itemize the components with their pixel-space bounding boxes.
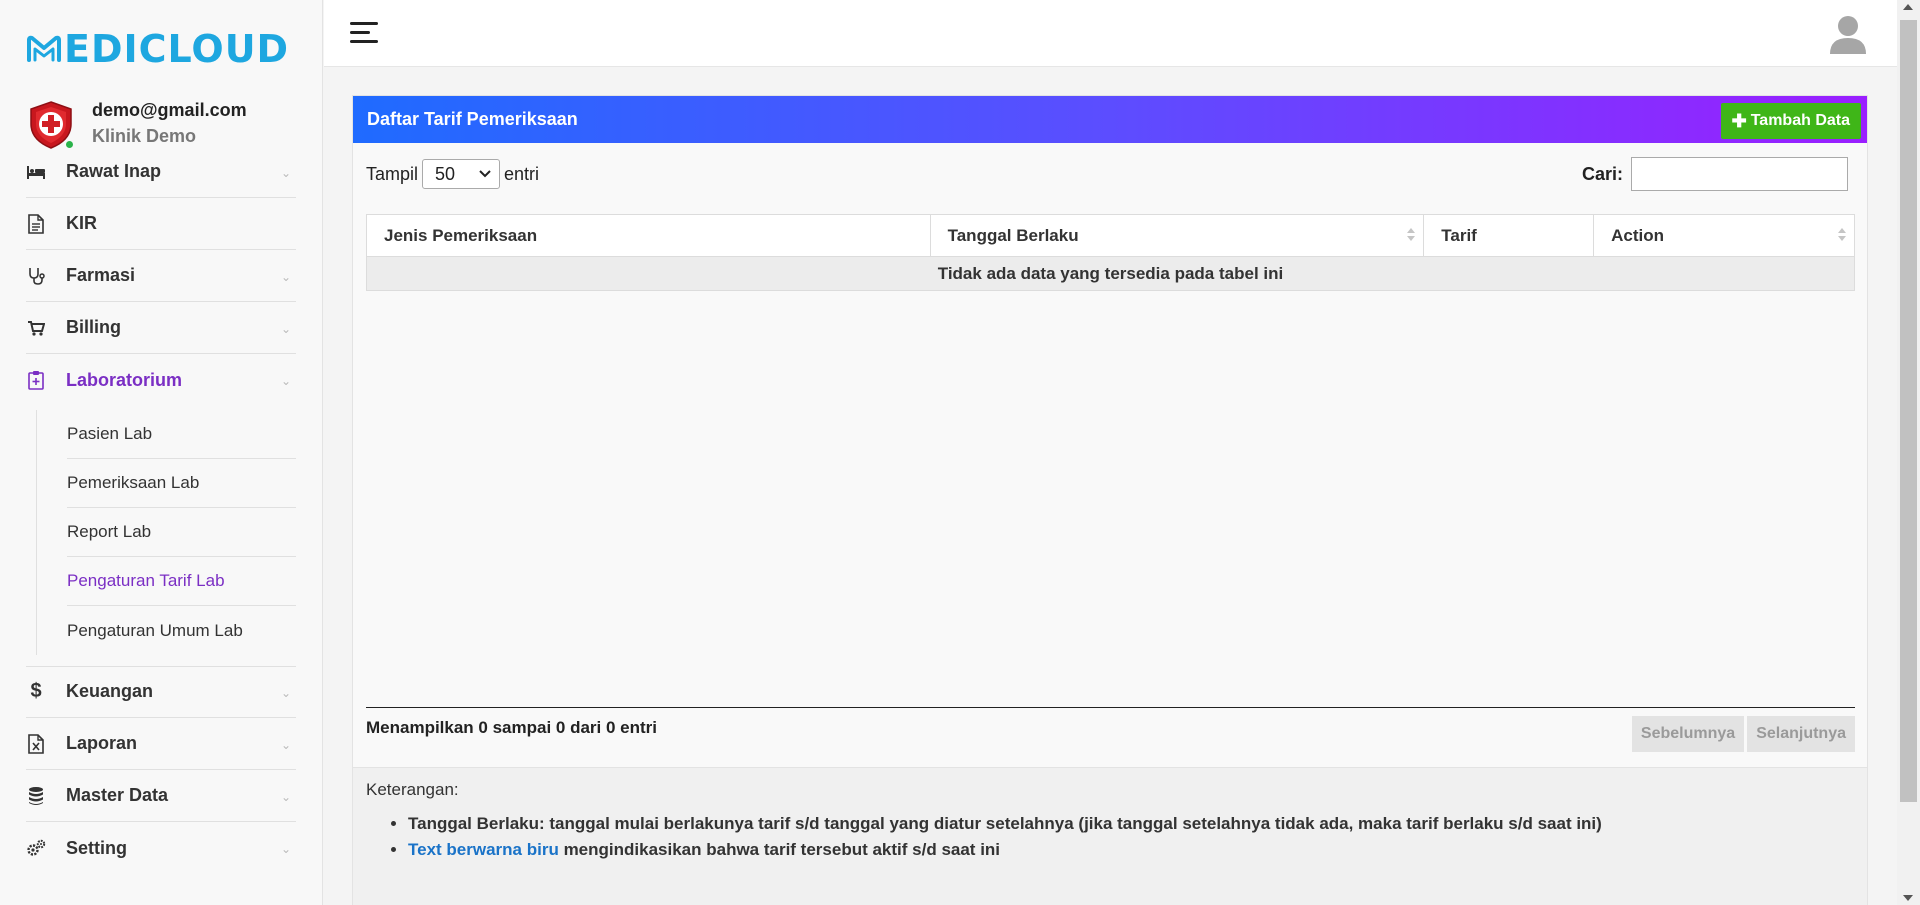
bed-icon [26, 162, 46, 182]
database-icon [26, 786, 46, 806]
card-header: Daftar Tarif Pemeriksaan ✚ Tambah Data [353, 96, 1867, 143]
sidebar-item-laporan[interactable]: Laporan ⌄ [26, 718, 296, 770]
sidebar-item-setting[interactable]: Setting ⌄ [26, 822, 296, 874]
document-icon [26, 213, 46, 234]
chevron-down-icon: ⌄ [280, 685, 292, 700]
sidebar-item-rawat-inap[interactable]: Rawat Inap ⌄ [26, 146, 296, 198]
entries-length-control: Tampil 50 entri [366, 159, 539, 189]
previous-page-button[interactable]: Sebelumnya [1631, 716, 1745, 752]
column-header-label: Tarif [1441, 225, 1477, 245]
hamburger-menu-icon[interactable] [350, 22, 378, 44]
sidebar-item-label: Setting [66, 837, 127, 858]
table-info: Menampilkan 0 sampai 0 dari 0 entri [366, 718, 658, 737]
submenu-item-report-lab[interactable]: Report Lab [67, 508, 296, 557]
stethoscope-icon [26, 266, 46, 286]
file-excel-icon [26, 733, 46, 754]
chevron-down-icon: ⌄ [280, 165, 292, 180]
notes-list: Tanggal Berlaku: tanggal mulai berlakuny… [408, 814, 1602, 866]
medicloud-logo[interactable]: EDICLOUD [26, 28, 289, 70]
sidebar-item-label: Laporan [66, 733, 138, 753]
note-item-blue-text: Text berwarna biru mengindikasikan bahwa… [408, 840, 1602, 860]
notes-title: Keterangan: [366, 780, 459, 799]
sidebar-item-laboratorium[interactable]: Laboratorium ⌄ [26, 354, 296, 406]
entries-label: entri [504, 163, 540, 184]
sidebar-item-master-data[interactable]: Master Data ⌄ [26, 770, 296, 822]
clipboard-icon [26, 370, 46, 390]
tarif-card: Daftar Tarif Pemeriksaan ✚ Tambah Data T… [352, 95, 1868, 905]
sidebar-item-label: Rawat Inap [66, 161, 162, 181]
chevron-down-icon: ⌄ [280, 321, 292, 336]
sidebar-item-label: Farmasi [66, 265, 136, 285]
add-data-label: Tambah Data [1750, 112, 1850, 129]
column-header-label: Jenis Pemeriksaan [384, 225, 538, 245]
scroll-up-arrow-icon[interactable] [1903, 4, 1913, 10]
column-header-label: Tanggal Berlaku [947, 225, 1079, 245]
sort-icon [1838, 228, 1846, 242]
logo-text: EDICLOUD [64, 27, 290, 71]
scroll-down-arrow-icon[interactable] [1903, 895, 1913, 901]
submenu-item-pasien-lab[interactable]: Pasien Lab [67, 410, 296, 459]
table-row: Tidak ada data yang tersedia pada tabel … [366, 256, 1855, 291]
entries-select-value: 50 [435, 163, 456, 184]
submenu-item-pengaturan-tarif-lab[interactable]: Pengaturan Tarif Lab [67, 557, 296, 606]
show-label: Tampil [366, 163, 419, 184]
sidebar-item-label: KIR [66, 213, 97, 233]
scrollbar-thumb[interactable] [1900, 20, 1917, 802]
add-data-button[interactable]: ✚ Tambah Data [1720, 103, 1861, 139]
sidebar-item-billing[interactable]: Billing ⌄ [26, 302, 296, 354]
column-header-tarif[interactable]: Tarif [1423, 214, 1595, 257]
note-blue-text: Text berwarna biru [408, 840, 559, 859]
pagination: Sebelumnya Selanjutnya [1629, 716, 1855, 752]
submenu-item-pemeriksaan-lab[interactable]: Pemeriksaan Lab [67, 459, 296, 508]
sidebar-item-label: Master Data [66, 785, 169, 805]
topbar [324, 0, 1897, 67]
entries-select[interactable]: 50 [422, 159, 501, 189]
user-clinic: Klinik Demo [92, 126, 197, 146]
logo-m-icon [27, 35, 61, 62]
user-avatar-icon[interactable] [1829, 14, 1867, 54]
cart-icon [26, 318, 46, 338]
user-panel: demo@gmail.com Klinik Demo [26, 98, 316, 150]
note-text: mengindikasikan bahwa tarif tersebut akt… [558, 840, 1001, 859]
chevron-down-icon: ⌄ [280, 789, 292, 804]
sidebar-item-label: Billing [66, 317, 121, 337]
table-header-row: Jenis Pemeriksaan Tanggal Berlaku Tarif … [366, 214, 1855, 257]
sidebar-item-keuangan[interactable]: $ Keuangan ⌄ [26, 666, 296, 718]
sidebar-item-label: Keuangan [66, 681, 154, 701]
sidebar-item-kir[interactable]: KIR [26, 198, 296, 250]
sidebar-item-label: Laboratorium [66, 369, 183, 390]
chevron-down-icon: ⌄ [280, 374, 292, 388]
chevron-down-icon: ⌄ [280, 737, 292, 752]
tarif-table: Jenis Pemeriksaan Tanggal Berlaku Tarif … [366, 214, 1855, 291]
chevron-down-icon [479, 170, 491, 178]
note-text: Tanggal Berlaku: tanggal mulai berlakuny… [408, 814, 1602, 833]
empty-table-message: Tidak ada data yang tersedia pada tabel … [366, 256, 1855, 291]
chevron-down-icon: ⌄ [280, 269, 292, 284]
submenu-item-pengaturan-umum-lab[interactable]: Pengaturan Umum Lab [67, 606, 296, 655]
column-header-action[interactable]: Action [1593, 214, 1855, 257]
card-title: Daftar Tarif Pemeriksaan [367, 109, 578, 129]
next-page-button[interactable]: Selanjutnya [1747, 716, 1855, 752]
dollar-icon: $ [30, 680, 42, 702]
column-header-jenis-pemeriksaan[interactable]: Jenis Pemeriksaan [366, 214, 931, 257]
table-bottom-divider [366, 707, 1855, 708]
page-scrollbar[interactable] [1897, 0, 1920, 905]
search-input[interactable] [1631, 157, 1848, 191]
plus-icon: ✚ [1731, 110, 1747, 131]
cogs-icon [26, 838, 46, 858]
sidebar-item-farmasi[interactable]: Farmasi ⌄ [26, 250, 296, 302]
notes-section: Keterangan: Tanggal Berlaku: tanggal mul… [353, 767, 1867, 905]
user-email: demo@gmail.com [92, 100, 247, 120]
search-label: Cari: [1581, 163, 1623, 184]
column-header-label: Action [1611, 225, 1665, 245]
chevron-down-icon: ⌄ [280, 842, 292, 856]
note-item-tanggal-berlaku: Tanggal Berlaku: tanggal mulai berlakuny… [408, 814, 1602, 834]
sort-icon [1407, 228, 1416, 242]
laboratorium-submenu: Pasien Lab Pemeriksaan Lab Report Lab Pe… [36, 410, 296, 655]
search-control: Cari: [1582, 157, 1848, 191]
column-header-tanggal-berlaku[interactable]: Tanggal Berlaku [929, 214, 1425, 257]
sidebar: EDICLOUD demo@gmail.com Klinik Demo Rawa… [0, 0, 323, 905]
